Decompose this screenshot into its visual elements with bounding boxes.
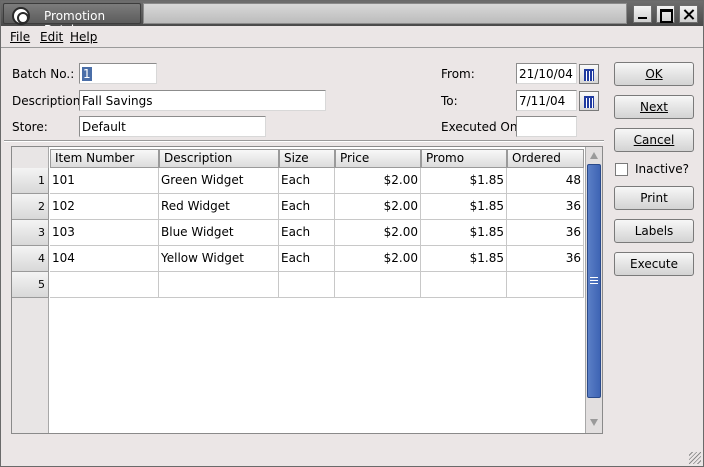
cell-size[interactable]: Each [279, 168, 335, 194]
to-calendar-icon[interactable] [579, 91, 599, 111]
cancel-button[interactable]: Cancel [614, 128, 694, 152]
store-label: Store: [12, 120, 48, 134]
inactive-label: Inactive? [635, 162, 689, 176]
grid-vertical-scrollbar[interactable] [585, 147, 602, 433]
row-number-1[interactable]: 1 [12, 168, 49, 194]
title-tab[interactable]: Promotion Batch [3, 3, 141, 37]
title-bar-fill [143, 3, 627, 24]
column-header-item-number[interactable]: Item Number [50, 149, 159, 168]
batch-no-label: Batch No.: [12, 67, 75, 81]
cell-size[interactable]: Each [279, 220, 335, 246]
items-grid[interactable]: Item Number Description Size Price Promo… [11, 146, 603, 434]
from-calendar-icon[interactable] [579, 64, 599, 84]
resize-grip-icon[interactable] [689, 452, 701, 464]
cell-ordered[interactable] [507, 272, 584, 298]
cell-item-number[interactable] [50, 272, 159, 298]
cell-item-number[interactable]: 103 [50, 220, 159, 246]
column-header-ordered[interactable]: Ordered [507, 149, 584, 168]
cell-promo[interactable]: $1.85 [421, 220, 507, 246]
row-number-4[interactable]: 4 [12, 246, 49, 272]
cell-promo[interactable]: $1.85 [421, 168, 507, 194]
cell-description[interactable]: Blue Widget [159, 220, 279, 246]
cell-description[interactable]: Green Widget [159, 168, 279, 194]
cell-item-number[interactable]: 102 [50, 194, 159, 220]
cell-ordered[interactable]: 48 [507, 168, 584, 194]
cell-description[interactable] [159, 272, 279, 298]
from-label: From: [441, 67, 475, 81]
next-button[interactable]: Next [614, 95, 694, 119]
cell-size[interactable]: Each [279, 194, 335, 220]
menu-bar: File Edit Help [1, 26, 703, 48]
form-separator [4, 140, 604, 142]
scroll-up-arrow-icon[interactable] [587, 149, 601, 163]
cell-price[interactable]: $2.00 [335, 168, 421, 194]
menu-help[interactable]: Help [70, 30, 97, 44]
cell-ordered[interactable]: 36 [507, 194, 584, 220]
cell-description[interactable]: Red Widget [159, 194, 279, 220]
row-number-2[interactable]: 2 [12, 194, 49, 220]
cell-description[interactable]: Yellow Widget [159, 246, 279, 272]
cell-price[interactable]: $2.00 [335, 220, 421, 246]
promotion-batch-window: Promotion Batch File Edit Help Batch No.… [0, 0, 704, 467]
print-button[interactable]: Print [614, 186, 694, 210]
cell-price[interactable]: $2.00 [335, 246, 421, 272]
column-header-size[interactable]: Size [279, 149, 335, 168]
cell-ordered[interactable]: 36 [507, 220, 584, 246]
menu-file[interactable]: File [10, 30, 30, 44]
title-bar[interactable]: Promotion Batch [1, 1, 703, 37]
maximize-button[interactable] [656, 5, 675, 23]
to-label: To: [441, 94, 458, 108]
to-date-field[interactable]: 7/11/04 [516, 90, 577, 111]
minimize-button[interactable] [633, 5, 652, 23]
cell-item-number[interactable]: 104 [50, 246, 159, 272]
cell-size[interactable] [279, 272, 335, 298]
close-button[interactable] [679, 5, 698, 23]
column-header-price[interactable]: Price [335, 149, 421, 168]
execute-button[interactable]: Execute [614, 252, 694, 276]
cell-promo[interactable]: $1.85 [421, 246, 507, 272]
cell-promo[interactable] [421, 272, 507, 298]
executed-on-field[interactable] [516, 116, 577, 137]
cell-item-number[interactable]: 101 [50, 168, 159, 194]
column-header-promo[interactable]: Promo [421, 149, 507, 168]
cell-ordered[interactable]: 36 [507, 246, 584, 272]
cell-promo[interactable]: $1.85 [421, 194, 507, 220]
menu-edit[interactable]: Edit [40, 30, 63, 44]
description-field[interactable]: Fall Savings [79, 90, 326, 111]
row-number-3[interactable]: 3 [12, 220, 49, 246]
cell-size[interactable]: Each [279, 246, 335, 272]
labels-button[interactable]: Labels [614, 219, 694, 243]
store-field[interactable]: Default [79, 116, 266, 137]
cell-price[interactable]: $2.00 [335, 194, 421, 220]
app-menu-icon[interactable] [12, 7, 30, 25]
description-label: Description: [12, 94, 85, 108]
column-header-description[interactable]: Description [159, 149, 279, 168]
cell-price[interactable] [335, 272, 421, 298]
scroll-thumb[interactable] [587, 164, 601, 398]
ok-button[interactable]: OK [614, 62, 694, 86]
from-date-field[interactable]: 21/10/04 [516, 63, 577, 84]
scroll-down-arrow-icon[interactable] [587, 415, 601, 429]
inactive-checkbox[interactable] [615, 163, 628, 176]
batch-no-field[interactable]: 1 [79, 63, 157, 84]
executed-on-label: Executed On: [441, 120, 522, 134]
row-number-5[interactable]: 5 [12, 272, 49, 298]
